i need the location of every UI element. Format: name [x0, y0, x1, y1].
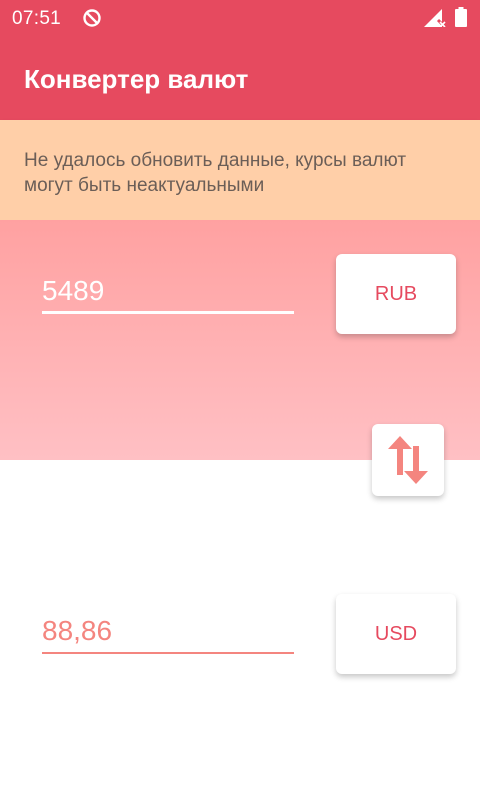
swap-button[interactable] — [372, 424, 444, 496]
status-bar: 07:51 — [0, 0, 480, 36]
swap-vertical-icon — [388, 436, 428, 484]
status-time: 07:51 — [12, 8, 62, 29]
from-currency-button[interactable]: RUB — [336, 254, 456, 334]
to-amount-input[interactable] — [42, 610, 294, 654]
signal-icon — [424, 9, 446, 27]
app-bar: Конвертер валют — [0, 36, 480, 120]
from-amount-input[interactable] — [42, 270, 294, 314]
to-currency-button[interactable]: USD — [336, 594, 456, 674]
sync-off-icon — [83, 9, 101, 27]
warning-banner: Не удалось обновить данные, курсы валют … — [0, 120, 480, 220]
battery-icon — [455, 7, 467, 27]
app-title: Конвертер валют — [24, 64, 249, 94]
